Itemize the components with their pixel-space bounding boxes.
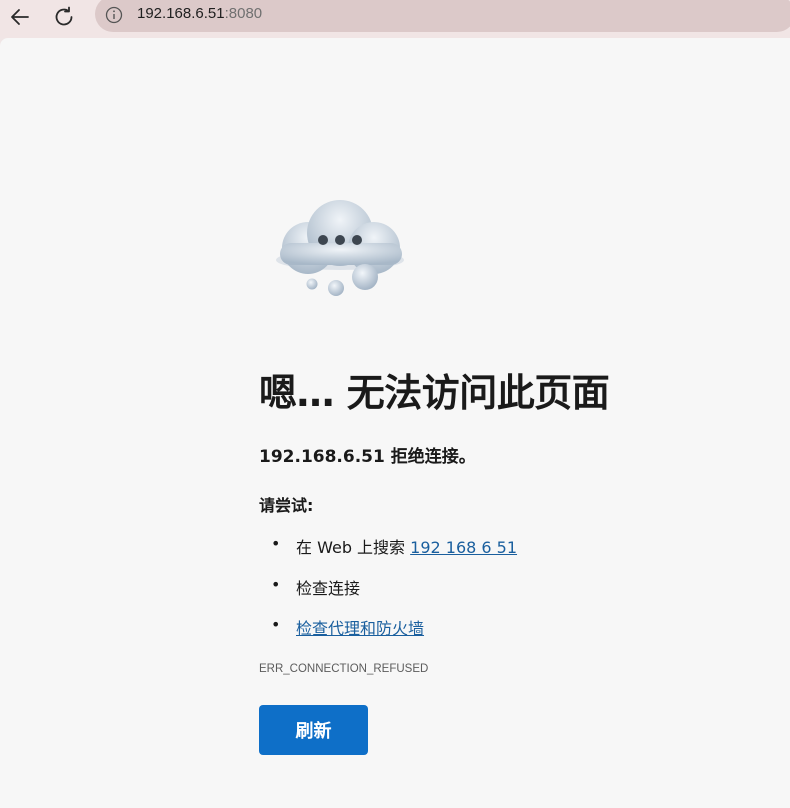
check-connection-text: 检查连接 [296, 578, 361, 598]
refresh-button[interactable]: 刷新 [259, 705, 368, 755]
refresh-icon [55, 6, 73, 26]
search-prefix: 在 Web 上搜索 [296, 538, 411, 557]
info-icon[interactable] [105, 6, 123, 24]
check-proxy-link[interactable]: 检查代理和防火墙 [296, 619, 424, 638]
bullet: • [271, 574, 281, 594]
url-port: :8080 [224, 5, 263, 22]
error-code: ERR_CONNECTION_REFUSED [259, 663, 429, 675]
error-heading: 嗯… 无法访问此页面 [259, 371, 610, 415]
search-web-link[interactable]: 192 168 6 51 [410, 538, 517, 557]
error-message: 192.168.6.51 拒绝连接。 [259, 447, 476, 467]
back-button[interactable] [5, 2, 35, 32]
url-host: 192.168.6.51 [137, 5, 225, 22]
bullet: • [271, 534, 281, 553]
cloud-error-icon [276, 200, 404, 296]
check-proxy-wrap: 检查代理和防火墙 [296, 615, 424, 639]
bullet: • [271, 615, 281, 634]
url-text[interactable]: 192.168.6.51:8080 [137, 5, 262, 22]
error-page: 嗯… 无法访问此页面 192.168.6.51 拒绝连接。 请尝试: • 在 W… [0, 38, 790, 808]
arrow-left-icon [11, 9, 29, 25]
address-bar[interactable]: 192.168.6.51:8080 [95, 0, 790, 32]
try-label: 请尝试: [259, 496, 314, 515]
browser-toolbar: 192.168.6.51:8080 [0, 0, 790, 38]
refresh-page-button[interactable] [49, 2, 79, 32]
suggestion-search-text: 在 Web 上搜索 192 168 6 51 [296, 534, 517, 558]
